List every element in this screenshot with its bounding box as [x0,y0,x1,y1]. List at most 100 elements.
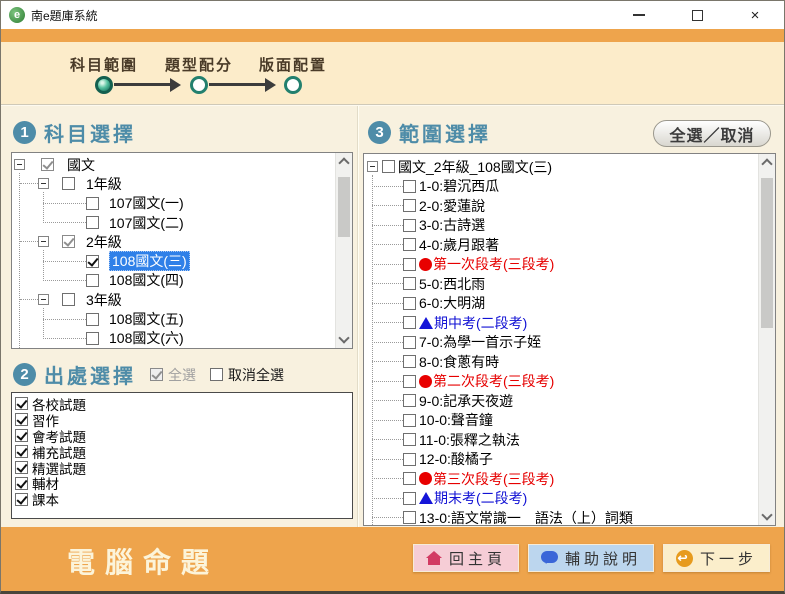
scroll-down-icon[interactable] [338,332,349,343]
tree-node-label[interactable]: 2-0:愛蓮說 [419,196,485,216]
tree-node-label[interactable]: 13-0:語文常識一 語法（上）詞類 [419,508,633,525]
range-tree-row[interactable]: 第一次段考(三段考) [364,255,758,275]
tree-checkbox[interactable] [62,177,75,190]
tree-node-label[interactable]: 108國文(三) [109,251,190,271]
tree-checkbox[interactable] [403,453,416,466]
tree-checkbox[interactable] [403,258,416,271]
tree-node-label[interactable]: 8-0:食蔥有時 [419,352,499,372]
source-checkbox[interactable] [15,429,28,442]
tree-node-label[interactable]: 1年級 [86,174,122,194]
range-tree-row[interactable]: 期中考(二段考) [364,313,758,333]
select-toggle-button[interactable]: 全選／取消 [653,120,771,147]
expand-toggle-icon[interactable] [367,161,378,172]
range-tree-row[interactable]: 11-0:張釋之執法 [364,430,758,450]
tree-checkbox[interactable] [403,297,416,310]
subject-tree-row[interactable]: 1年級 [12,174,335,193]
home-button[interactable]: 回主頁 [413,544,519,572]
scroll-down-icon[interactable] [761,509,772,520]
tree-checkbox[interactable] [403,433,416,446]
minimize-button[interactable] [624,3,654,27]
scroll-thumb[interactable] [761,178,773,328]
tree-node-label[interactable]: 期末考(二段考) [434,488,527,508]
tree-node-label[interactable]: 1-0:碧沉西瓜 [419,176,499,196]
range-tree-scrollbar[interactable] [758,154,775,525]
deselect-all-group[interactable]: 取消全選 [210,365,284,385]
tree-checkbox[interactable] [403,511,416,524]
range-tree-row[interactable]: 2-0:愛蓮說 [364,196,758,216]
tree-node-label[interactable]: 國文 [67,155,95,175]
tree-node-label[interactable]: 4-0:歲月跟著 [419,235,499,255]
tree-node-label[interactable]: 108國文(四) [109,270,184,290]
subject-tree-row[interactable]: 107國文(二) [12,213,335,232]
range-tree-row[interactable]: 6-0:大明湖 [364,294,758,314]
scroll-up-icon[interactable] [338,157,349,168]
tree-node-label[interactable]: 107國文(二) [109,213,184,233]
range-tree-row[interactable]: 13-0:語文常識一 語法（上）詞類 [364,508,758,525]
tree-checkbox[interactable] [403,375,416,388]
tree-checkbox[interactable] [382,160,395,173]
source-list-item[interactable]: 課本 [12,491,352,507]
expand-toggle-icon[interactable] [38,178,49,189]
tree-node-label[interactable]: 108國文(五) [109,309,184,329]
source-checkbox[interactable] [15,477,28,490]
range-tree-row[interactable]: 8-0:食蔥有時 [364,352,758,372]
source-checkbox[interactable] [15,397,28,410]
tree-checkbox[interactable] [86,255,99,268]
tree-checkbox[interactable] [403,472,416,485]
subject-tree-row[interactable]: 107國文(一) [12,194,335,213]
tree-checkbox[interactable] [403,316,416,329]
range-tree-row[interactable]: 9-0:記承天夜遊 [364,391,758,411]
tree-node-label[interactable]: 國文_2年級_108國文(三) [398,157,552,177]
scroll-thumb[interactable] [338,177,350,237]
tree-checkbox[interactable] [86,216,99,229]
range-tree-row[interactable]: 10-0:聲音鐘 [364,411,758,431]
subject-tree-row[interactable]: 2年級 [12,232,335,251]
range-tree-row[interactable]: 第二次段考(三段考) [364,372,758,392]
tree-checkbox[interactable] [403,355,416,368]
tree-node-label[interactable]: 10-0:聲音鐘 [419,410,493,430]
close-button[interactable]: × [740,3,770,27]
tree-checkbox[interactable] [403,219,416,232]
source-list-item[interactable]: 精選試題 [12,460,352,476]
tree-checkbox[interactable] [403,277,416,290]
tree-checkbox[interactable] [62,235,75,248]
range-tree-row[interactable]: 12-0:酸橘子 [364,450,758,470]
tree-node-label[interactable]: 第二次段考(三段考) [433,371,554,391]
tree-checkbox[interactable] [403,336,416,349]
subject-tree-row[interactable]: 108國文(六) [12,329,335,348]
tree-checkbox[interactable] [41,158,54,171]
source-list-item[interactable]: 輔材 [12,475,352,491]
maximize-button[interactable] [682,3,712,27]
range-tree-row[interactable]: 期末考(二段考) [364,489,758,509]
subject-tree-row[interactable]: 108國文(五) [12,309,335,328]
deselect-all-checkbox[interactable] [210,368,223,381]
subject-tree-row[interactable]: 108國文(四) [12,271,335,290]
tree-checkbox[interactable] [86,332,99,345]
next-step-button[interactable]: 下一步 [663,544,770,572]
tree-checkbox[interactable] [86,274,99,287]
tree-node-label[interactable]: 9-0:記承天夜遊 [419,391,513,411]
tree-node-label[interactable]: 5-0:西北雨 [419,274,485,294]
scroll-up-icon[interactable] [761,158,772,169]
tree-node-label[interactable]: 3年級 [86,290,122,310]
source-checkbox[interactable] [15,413,28,426]
select-all-group[interactable]: 全選 [150,365,196,385]
source-list-item[interactable]: 各校試題 [12,396,352,412]
tree-checkbox[interactable] [403,199,416,212]
tree-checkbox[interactable] [403,414,416,427]
tree-checkbox[interactable] [403,180,416,193]
range-tree-row[interactable]: 5-0:西北雨 [364,274,758,294]
tree-checkbox[interactable] [403,238,416,251]
range-tree-row[interactable]: 7-0:為學一首示子姪 [364,333,758,353]
expand-toggle-icon[interactable] [38,236,49,247]
subject-tree-scrollbar[interactable] [335,153,352,348]
tree-node-label[interactable]: 2年級 [86,232,122,252]
tree-node-label[interactable]: 7-0:為學一首示子姪 [419,332,541,352]
tree-node-label[interactable]: 6-0:大明湖 [419,293,485,313]
tree-node-label[interactable]: 期中考(二段考) [434,313,527,333]
expand-toggle-icon[interactable] [14,159,25,170]
tree-node-label[interactable]: 107國文(一) [109,193,184,213]
expand-toggle-icon[interactable] [38,294,49,305]
range-tree-row[interactable]: 1-0:碧沉西瓜 [364,177,758,197]
range-tree-row[interactable]: 國文_2年級_108國文(三) [364,157,758,177]
